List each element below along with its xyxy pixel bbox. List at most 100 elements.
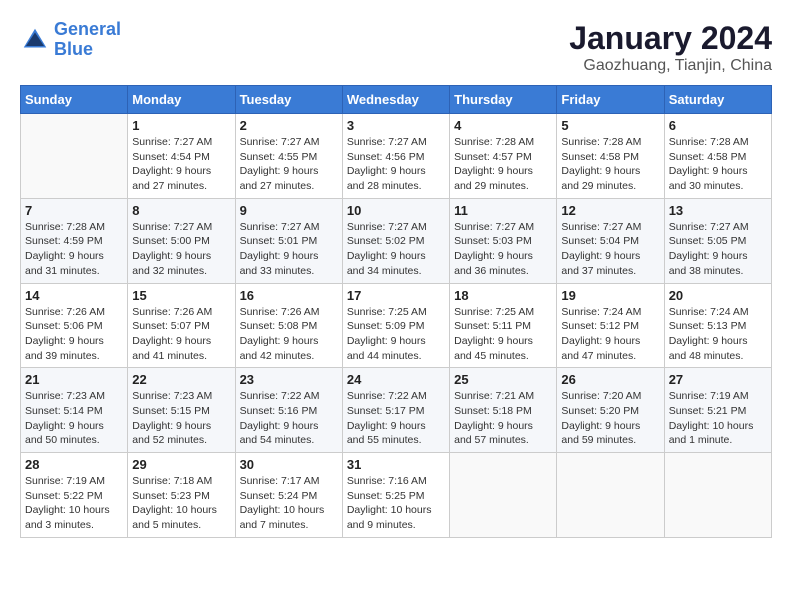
column-header-friday: Friday — [557, 86, 664, 114]
calendar-week-1: 1 Sunrise: 7:27 AMSunset: 4:54 PMDaylight… — [21, 114, 772, 199]
column-header-monday: Monday — [128, 86, 235, 114]
calendar-cell: 7 Sunrise: 7:28 AMSunset: 4:59 PMDaylight… — [21, 198, 128, 283]
logo-line1: General — [54, 19, 121, 39]
day-number: 18 — [454, 288, 552, 303]
calendar-cell — [450, 453, 557, 538]
day-info: Sunrise: 7:27 AMSunset: 5:02 PMDaylight:… — [347, 220, 445, 279]
calendar-cell — [557, 453, 664, 538]
day-info: Sunrise: 7:19 AMSunset: 5:21 PMDaylight:… — [669, 389, 767, 448]
day-number: 16 — [240, 288, 338, 303]
day-number: 25 — [454, 372, 552, 387]
day-number: 13 — [669, 203, 767, 218]
day-number: 3 — [347, 118, 445, 133]
day-number: 17 — [347, 288, 445, 303]
day-number: 23 — [240, 372, 338, 387]
day-info: Sunrise: 7:22 AMSunset: 5:17 PMDaylight:… — [347, 389, 445, 448]
day-info: Sunrise: 7:22 AMSunset: 5:16 PMDaylight:… — [240, 389, 338, 448]
logo-line2: Blue — [54, 39, 93, 59]
calendar-cell: 31 Sunrise: 7:16 AMSunset: 5:25 PMDayligh… — [342, 453, 449, 538]
day-info: Sunrise: 7:28 AMSunset: 4:59 PMDaylight:… — [25, 220, 123, 279]
day-number: 14 — [25, 288, 123, 303]
calendar-cell: 4 Sunrise: 7:28 AMSunset: 4:57 PMDaylight… — [450, 114, 557, 199]
calendar-cell: 8 Sunrise: 7:27 AMSunset: 5:00 PMDaylight… — [128, 198, 235, 283]
calendar-cell: 12 Sunrise: 7:27 AMSunset: 5:04 PMDayligh… — [557, 198, 664, 283]
calendar-cell: 24 Sunrise: 7:22 AMSunset: 5:17 PMDayligh… — [342, 368, 449, 453]
day-info: Sunrise: 7:26 AMSunset: 5:08 PMDaylight:… — [240, 305, 338, 364]
day-info: Sunrise: 7:28 AMSunset: 4:58 PMDaylight:… — [561, 135, 659, 194]
day-info: Sunrise: 7:27 AMSunset: 5:03 PMDaylight:… — [454, 220, 552, 279]
day-info: Sunrise: 7:27 AMSunset: 4:54 PMDaylight:… — [132, 135, 230, 194]
day-number: 22 — [132, 372, 230, 387]
day-info: Sunrise: 7:23 AMSunset: 5:15 PMDaylight:… — [132, 389, 230, 448]
day-info: Sunrise: 7:23 AMSunset: 5:14 PMDaylight:… — [25, 389, 123, 448]
subtitle: Gaozhuang, Tianjin, China — [569, 57, 772, 75]
day-info: Sunrise: 7:26 AMSunset: 5:07 PMDaylight:… — [132, 305, 230, 364]
calendar-header: SundayMondayTuesdayWednesdayThursdayFrid… — [21, 86, 772, 114]
logo-icon — [20, 25, 50, 55]
calendar-cell: 18Sunrise: 7:25 AMSunset: 5:11 PMDayligh… — [450, 283, 557, 368]
calendar-cell: 14 Sunrise: 7:26 AMSunset: 5:06 PMDayligh… — [21, 283, 128, 368]
day-info: Sunrise: 7:27 AMSunset: 5:01 PMDaylight:… — [240, 220, 338, 279]
calendar-week-2: 7 Sunrise: 7:28 AMSunset: 4:59 PMDaylight… — [21, 198, 772, 283]
calendar-week-5: 28Sunrise: 7:19 AMSunset: 5:22 PMDayligh… — [21, 453, 772, 538]
day-number: 24 — [347, 372, 445, 387]
logo-text: General Blue — [54, 20, 121, 60]
calendar-cell: 26Sunrise: 7:20 AMSunset: 5:20 PMDayligh… — [557, 368, 664, 453]
day-info: Sunrise: 7:27 AMSunset: 5:04 PMDaylight:… — [561, 220, 659, 279]
day-info: Sunrise: 7:27 AMSunset: 4:56 PMDaylight:… — [347, 135, 445, 194]
calendar-cell: 3 Sunrise: 7:27 AMSunset: 4:56 PMDaylight… — [342, 114, 449, 199]
day-info: Sunrise: 7:24 AMSunset: 5:13 PMDaylight:… — [669, 305, 767, 364]
calendar-cell: 21 Sunrise: 7:23 AMSunset: 5:14 PMDayligh… — [21, 368, 128, 453]
title-block: January 2024 Gaozhuang, Tianjin, China — [569, 20, 772, 75]
calendar-cell: 29Sunrise: 7:18 AMSunset: 5:23 PMDayligh… — [128, 453, 235, 538]
day-number: 2 — [240, 118, 338, 133]
calendar-week-4: 21 Sunrise: 7:23 AMSunset: 5:14 PMDayligh… — [21, 368, 772, 453]
calendar-cell: 11Sunrise: 7:27 AMSunset: 5:03 PMDayligh… — [450, 198, 557, 283]
day-info: Sunrise: 7:27 AMSunset: 5:00 PMDaylight:… — [132, 220, 230, 279]
day-number: 5 — [561, 118, 659, 133]
day-number: 8 — [132, 203, 230, 218]
day-number: 7 — [25, 203, 123, 218]
calendar-cell: 17Sunrise: 7:25 AMSunset: 5:09 PMDayligh… — [342, 283, 449, 368]
calendar-cell: 15 Sunrise: 7:26 AMSunset: 5:07 PMDayligh… — [128, 283, 235, 368]
main-title: January 2024 — [569, 20, 772, 57]
calendar-cell — [664, 453, 771, 538]
calendar-cell: 13 Sunrise: 7:27 AMSunset: 5:05 PMDayligh… — [664, 198, 771, 283]
day-info: Sunrise: 7:24 AMSunset: 5:12 PMDaylight:… — [561, 305, 659, 364]
day-number: 31 — [347, 457, 445, 472]
day-info: Sunrise: 7:20 AMSunset: 5:20 PMDaylight:… — [561, 389, 659, 448]
calendar-cell: 16 Sunrise: 7:26 AMSunset: 5:08 PMDayligh… — [235, 283, 342, 368]
day-info: Sunrise: 7:27 AMSunset: 5:05 PMDaylight:… — [669, 220, 767, 279]
calendar-week-3: 14 Sunrise: 7:26 AMSunset: 5:06 PMDayligh… — [21, 283, 772, 368]
day-number: 15 — [132, 288, 230, 303]
day-info: Sunrise: 7:28 AMSunset: 4:57 PMDaylight:… — [454, 135, 552, 194]
day-number: 29 — [132, 457, 230, 472]
day-number: 1 — [132, 118, 230, 133]
calendar-cell: 6Sunrise: 7:28 AMSunset: 4:58 PMDaylight… — [664, 114, 771, 199]
calendar-cell: 19 Sunrise: 7:24 AMSunset: 5:12 PMDayligh… — [557, 283, 664, 368]
day-info: Sunrise: 7:16 AMSunset: 5:25 PMDaylight:… — [347, 474, 445, 533]
day-number: 20 — [669, 288, 767, 303]
calendar-cell: 5 Sunrise: 7:28 AMSunset: 4:58 PMDaylight… — [557, 114, 664, 199]
calendar-cell: 9 Sunrise: 7:27 AMSunset: 5:01 PMDaylight… — [235, 198, 342, 283]
day-info: Sunrise: 7:21 AMSunset: 5:18 PMDaylight:… — [454, 389, 552, 448]
day-number: 12 — [561, 203, 659, 218]
column-header-tuesday: Tuesday — [235, 86, 342, 114]
calendar-body: 1 Sunrise: 7:27 AMSunset: 4:54 PMDaylight… — [21, 114, 772, 538]
calendar-cell: 23 Sunrise: 7:22 AMSunset: 5:16 PMDayligh… — [235, 368, 342, 453]
day-number: 28 — [25, 457, 123, 472]
logo: General Blue — [20, 20, 121, 60]
day-number: 27 — [669, 372, 767, 387]
day-number: 19 — [561, 288, 659, 303]
day-number: 4 — [454, 118, 552, 133]
calendar-cell: 22 Sunrise: 7:23 AMSunset: 5:15 PMDayligh… — [128, 368, 235, 453]
day-info: Sunrise: 7:27 AMSunset: 4:55 PMDaylight:… — [240, 135, 338, 194]
calendar-cell — [21, 114, 128, 199]
calendar-cell: 20 Sunrise: 7:24 AMSunset: 5:13 PMDayligh… — [664, 283, 771, 368]
day-info: Sunrise: 7:28 AMSunset: 4:58 PMDaylight:… — [669, 135, 767, 194]
day-number: 9 — [240, 203, 338, 218]
calendar-cell: 28Sunrise: 7:19 AMSunset: 5:22 PMDayligh… — [21, 453, 128, 538]
day-number: 21 — [25, 372, 123, 387]
day-info: Sunrise: 7:26 AMSunset: 5:06 PMDaylight:… — [25, 305, 123, 364]
calendar-table: SundayMondayTuesdayWednesdayThursdayFrid… — [20, 85, 772, 538]
